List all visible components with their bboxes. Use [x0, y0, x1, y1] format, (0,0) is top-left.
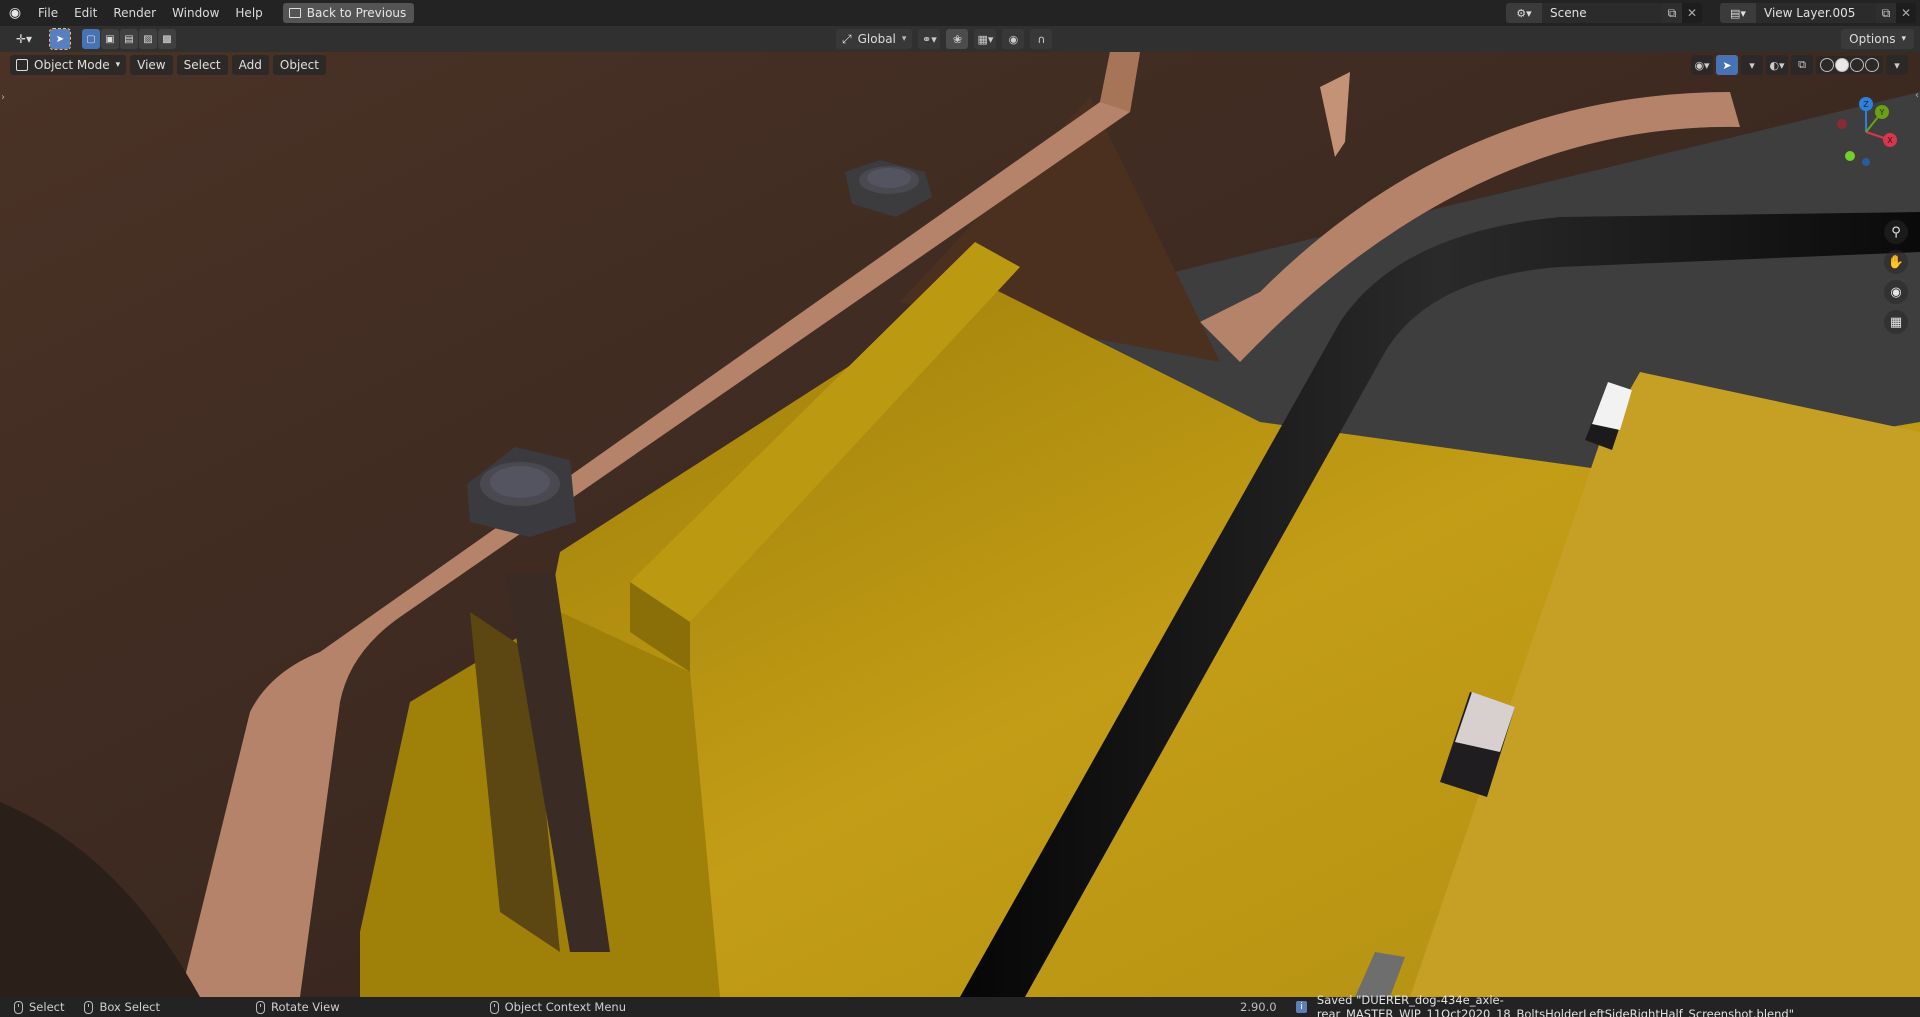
snap-toggle-icon[interactable]: ❀: [946, 29, 969, 49]
report-message[interactable]: i Saved "DUERER_dog-434e_axle-rear_MASTE…: [1296, 993, 1920, 1017]
status-context-menu-label: Object Context Menu: [504, 1000, 626, 1014]
chevron-down-icon: ▾: [901, 34, 907, 44]
sidebar-expand-icon[interactable]: ‹: [1915, 90, 1919, 101]
scene-selector[interactable]: ⚙▾ Scene ⧉ ✕: [1506, 3, 1702, 23]
mouse-drag-icon: [84, 1000, 94, 1014]
back-to-previous-label: Back to Previous: [306, 6, 407, 20]
gizmo-neg-x-node[interactable]: [1837, 119, 1847, 129]
view-layer-icon[interactable]: ▤▾: [1720, 3, 1756, 23]
new-view-layer-icon[interactable]: ⧉: [1876, 3, 1896, 23]
select-extend-icon[interactable]: ▣: [101, 29, 119, 49]
navigation-gizmo[interactable]: Z X Y: [1826, 92, 1906, 172]
status-context-menu: Object Context Menu: [489, 1000, 626, 1014]
gizmo-neg-z-node[interactable]: [1862, 158, 1870, 166]
gizmo-toggle-icon[interactable]: ➤: [1716, 55, 1738, 75]
visibility-icon[interactable]: ◉▾: [1691, 55, 1713, 75]
status-box-select: Box Select: [84, 1000, 160, 1014]
info-icon: i: [1296, 1001, 1307, 1013]
viewport-menu-select[interactable]: Select: [176, 55, 228, 75]
shading-options-icon[interactable]: ▾: [1886, 55, 1908, 75]
view-layer-name-field[interactable]: View Layer.005: [1756, 3, 1876, 23]
menu-edit[interactable]: Edit: [66, 0, 105, 26]
toolbar-expand-icon[interactable]: ›: [1, 92, 5, 103]
gizmo-neg-y-node[interactable]: [1845, 151, 1855, 161]
material-shading-icon[interactable]: [1850, 58, 1864, 72]
mouse-middle-icon: [256, 1000, 265, 1014]
object-mode-label: Object Mode: [34, 58, 110, 72]
scene-name-field[interactable]: Scene: [1542, 3, 1662, 23]
tool-group: ➤: [49, 28, 71, 50]
menu-window[interactable]: Window: [164, 0, 227, 26]
delete-scene-icon[interactable]: ✕: [1682, 3, 1702, 23]
pivot-point-icon[interactable]: ⚭▾: [918, 29, 941, 49]
new-scene-icon[interactable]: ⧉: [1662, 3, 1682, 23]
viewport-display-controls: ◉▾ ➤ ▾ ◐▾ ⧉ ▾: [1691, 55, 1908, 75]
chevron-down-icon: ▾: [1901, 34, 1906, 44]
view-layer-selector[interactable]: ▤▾ View Layer.005 ⧉ ✕: [1720, 3, 1916, 23]
gizmo-x-label: X: [1887, 136, 1893, 145]
selection-mode-group: ▢ ▣ ▤ ▨ ▩: [82, 29, 176, 49]
screen-icon: [288, 8, 301, 18]
status-bar: Select Box Select Rotate View Object Con…: [0, 993, 1920, 1017]
overlays-icon[interactable]: ◐▾: [1766, 55, 1788, 75]
navigation-buttons: ⚲ ✋ ◉ ▦: [1884, 220, 1908, 334]
top-menu-bar: ◉ File Edit Render Window Help Back to P…: [0, 0, 1920, 26]
options-label: Options: [1849, 32, 1896, 46]
proportional-editing-icon[interactable]: ◉: [1002, 29, 1025, 49]
mouse-right-icon: [489, 1000, 499, 1014]
orientation-label: Global: [857, 32, 896, 46]
menu-file[interactable]: File: [30, 0, 66, 26]
gizmo-z-label: Z: [1863, 100, 1869, 109]
scene-type-icon[interactable]: ⚙▾: [1506, 3, 1542, 23]
gizmo-y-label: Y: [1879, 108, 1885, 117]
wireframe-shading-icon[interactable]: [1820, 58, 1834, 72]
transform-controls: ⤢ Global ▾ ⚭▾ ❀ ▦▾ ◉ ∩: [836, 29, 1053, 49]
snap-target-icon[interactable]: ▦▾: [974, 29, 997, 49]
solid-shading-icon[interactable]: [1835, 58, 1849, 72]
scene-controls: ⚙▾ Scene ⧉ ✕ ▤▾ View Layer.005 ⧉ ✕: [1506, 0, 1920, 26]
menu-render[interactable]: Render: [105, 0, 164, 26]
viewport-menu-add[interactable]: Add: [231, 55, 269, 75]
falloff-curve-icon[interactable]: ∩: [1030, 29, 1053, 49]
select-tool-icon[interactable]: ➤: [49, 28, 71, 50]
pan-hand-icon[interactable]: ✋: [1884, 250, 1908, 274]
zoom-icon[interactable]: ⚲: [1884, 220, 1908, 244]
select-intersect-icon[interactable]: ▩: [158, 29, 176, 49]
3d-viewport[interactable]: › ‹ Object Mode ▾ View Select Add Object…: [0, 52, 1920, 997]
editor-type-icon[interactable]: ✛▾: [8, 29, 40, 49]
gizmo-dropdown-icon[interactable]: ▾: [1741, 55, 1763, 75]
status-rotate-view-label: Rotate View: [271, 1000, 340, 1014]
xray-icon[interactable]: ⧉: [1791, 55, 1813, 75]
viewport-menu-object[interactable]: Object: [272, 55, 326, 75]
chevron-down-icon: ▾: [115, 60, 121, 70]
select-new-icon[interactable]: ▢: [82, 29, 100, 49]
viewport-menus: Object Mode ▾ View Select Add Object: [10, 55, 326, 75]
scene-render: [0, 52, 1920, 997]
menu-help[interactable]: Help: [227, 0, 270, 26]
status-rotate-view: Rotate View: [256, 1000, 340, 1014]
status-select-label: Select: [29, 1000, 65, 1014]
options-dropdown[interactable]: Options ▾: [1841, 29, 1914, 49]
object-mode-dropdown[interactable]: Object Mode ▾: [10, 55, 127, 75]
orientation-icon: ⤢: [842, 31, 852, 46]
back-to-previous-button[interactable]: Back to Previous: [282, 3, 415, 23]
select-subtract-icon[interactable]: ▤: [120, 29, 138, 49]
camera-view-icon[interactable]: ◉: [1884, 280, 1908, 304]
version-label: 2.90.0: [1240, 1000, 1277, 1014]
object-mode-icon: [16, 59, 28, 71]
viewport-menu-view[interactable]: View: [130, 55, 173, 75]
select-invert-icon[interactable]: ▨: [139, 29, 157, 49]
status-box-select-label: Box Select: [99, 1000, 160, 1014]
delete-view-layer-icon[interactable]: ✕: [1896, 3, 1916, 23]
blender-logo-icon[interactable]: ◉: [0, 0, 30, 26]
status-select: Select: [14, 1000, 64, 1014]
perspective-grid-icon[interactable]: ▦: [1884, 310, 1908, 334]
report-text: Saved "DUERER_dog-434e_axle-rear_MASTER_…: [1316, 993, 1795, 1017]
viewport-header-bar: ✛▾ ➤ ▢ ▣ ▤ ▨ ▩ ⤢ Global ▾ ⚭▾ ❀ ▦▾ ◉ ∩ Op…: [0, 26, 1920, 52]
shading-mode-group: [1816, 56, 1883, 74]
blender-window: ◉ File Edit Render Window Help Back to P…: [0, 0, 1920, 1017]
transform-orientation-dropdown[interactable]: ⤢ Global ▾: [836, 29, 913, 49]
rendered-shading-icon[interactable]: [1865, 58, 1879, 72]
mouse-left-icon: [14, 1000, 23, 1014]
